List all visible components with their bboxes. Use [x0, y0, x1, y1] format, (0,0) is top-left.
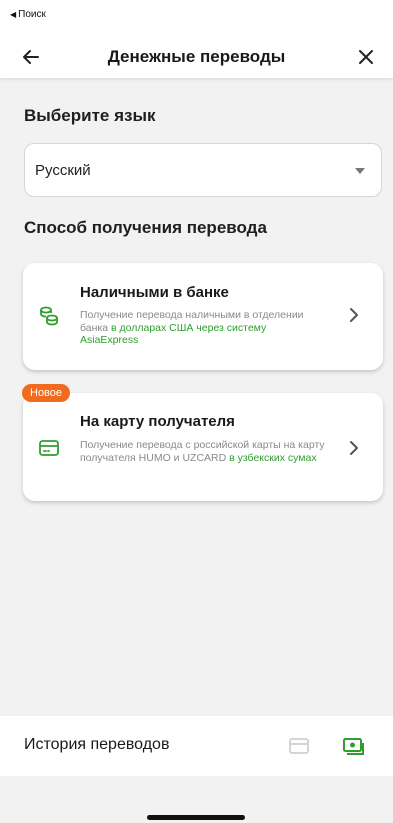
- history-panel: История переводов: [0, 716, 393, 776]
- close-icon[interactable]: [353, 44, 379, 70]
- card-icon[interactable]: [287, 734, 311, 758]
- back-triangle-icon: ◀: [10, 10, 17, 19]
- new-badge: Новое: [22, 384, 71, 402]
- option-description-highlight: в узбекских сумах: [229, 451, 317, 464]
- card-icon: [39, 440, 59, 456]
- language-select-value: Русский: [35, 162, 91, 179]
- option-title: На карту получателя: [80, 413, 235, 430]
- status-back-link[interactable]: ◀ Поиск: [10, 9, 46, 20]
- history-label[interactable]: История переводов: [24, 736, 169, 754]
- coins-icon: [40, 306, 58, 326]
- method-heading: Способ получения перевода: [24, 218, 267, 237]
- page-title: Денежные переводы: [107, 47, 286, 66]
- chevron-right-icon: [350, 441, 358, 455]
- home-indicator: [147, 815, 245, 820]
- option-cash-in-bank[interactable]: Наличными в банке Получение перевода нал…: [23, 263, 383, 370]
- option-title: Наличными в банке: [80, 284, 229, 301]
- option-to-card[interactable]: На карту получателя Получение перевода с…: [23, 393, 383, 501]
- status-back-text: Поиск: [18, 9, 46, 20]
- language-heading: Выберите язык: [24, 106, 156, 125]
- option-description: Получение перевода с российской карты на…: [80, 439, 325, 464]
- cash-icon[interactable]: [341, 734, 365, 758]
- dropdown-arrow-icon: [355, 168, 365, 174]
- chevron-right-icon: [350, 308, 358, 322]
- option-description: Получение перевода наличными в отделении…: [80, 309, 325, 347]
- top-bar: ◀ Поиск Денежные переводы: [0, 0, 393, 78]
- language-select[interactable]: Русский: [24, 143, 382, 197]
